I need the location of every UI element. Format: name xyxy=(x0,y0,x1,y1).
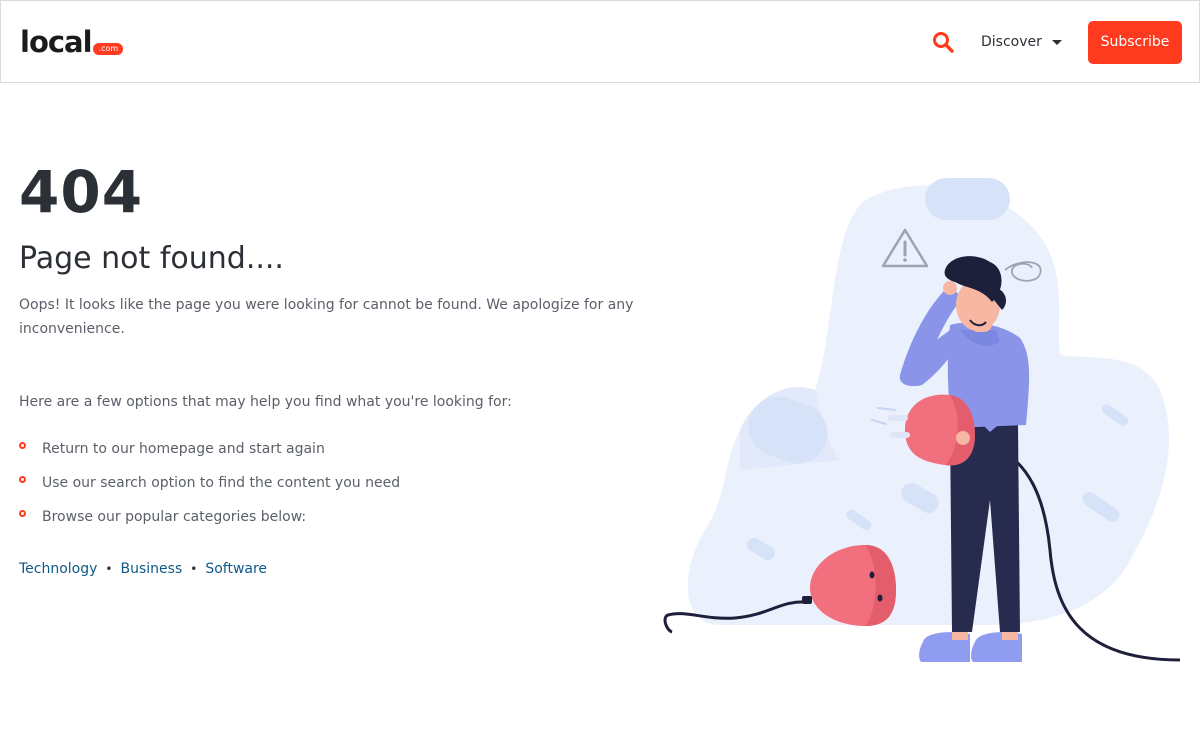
bullet-icon xyxy=(19,476,26,483)
error-description: Oops! It looks like the page you were lo… xyxy=(19,297,634,337)
page-title: Page not found.... xyxy=(19,241,284,276)
logo-badge: .com xyxy=(92,43,124,55)
subscribe-button[interactable]: Subscribe xyxy=(1088,21,1182,64)
category-link-business[interactable]: Business xyxy=(121,557,183,581)
list-item: Browse our popular categories below: xyxy=(19,505,400,539)
option-text: Return to our homepage and start again xyxy=(42,441,325,457)
discover-label: Discover xyxy=(981,34,1042,50)
separator: • xyxy=(190,562,198,576)
help-intro: Here are a few options that may help you… xyxy=(19,394,512,410)
option-text: Use our search option to find the conten… xyxy=(42,475,401,491)
category-link-software[interactable]: Software xyxy=(205,557,267,581)
help-options-list: Return to our homepage and start again U… xyxy=(19,437,400,539)
site-header: local .com Discover Subscribe xyxy=(0,0,1200,83)
option-text: Browse our popular categories below: xyxy=(42,509,307,525)
list-item: Use our search option to find the conten… xyxy=(19,471,400,505)
background-pill xyxy=(925,178,1010,220)
bullet-icon xyxy=(19,510,26,517)
discover-menu[interactable]: Discover xyxy=(981,31,1062,53)
category-links: Technology • Business • Software xyxy=(19,557,267,581)
category-link-technology[interactable]: Technology xyxy=(19,557,97,581)
site-logo[interactable]: local .com xyxy=(20,25,124,59)
logo-wordmark: local xyxy=(20,25,93,59)
list-item: Return to our homepage and start again xyxy=(19,437,400,471)
search-icon[interactable] xyxy=(931,30,955,54)
error-code: 404 xyxy=(19,158,144,226)
bullet-icon xyxy=(19,442,26,449)
ankle xyxy=(952,632,968,640)
unplugged-illustration xyxy=(663,178,1181,662)
separator: • xyxy=(105,562,113,576)
ankle xyxy=(1002,632,1018,640)
caret-down-icon xyxy=(1051,39,1062,45)
